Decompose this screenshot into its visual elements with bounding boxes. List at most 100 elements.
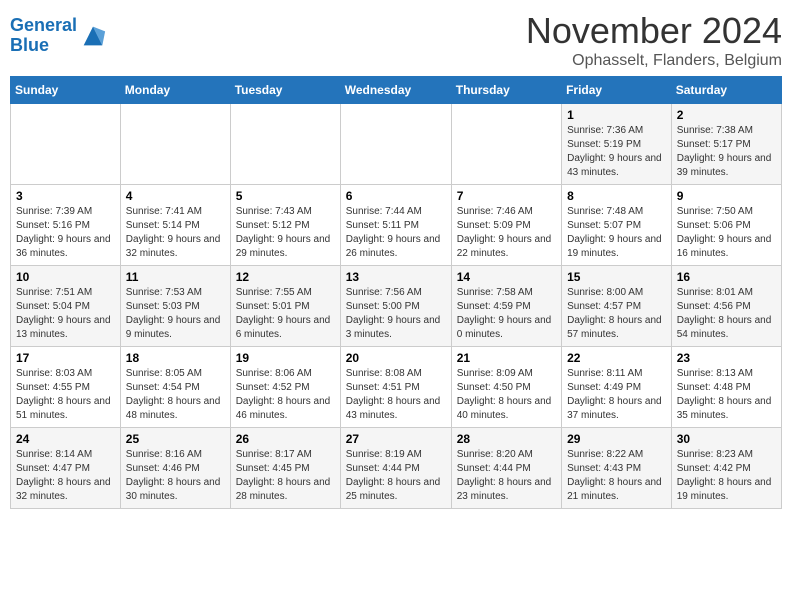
day-number: 13	[346, 270, 446, 284]
day-number: 10	[16, 270, 115, 284]
day-number: 17	[16, 351, 115, 365]
day-cell: 18Sunrise: 8:05 AM Sunset: 4:54 PM Dayli…	[120, 347, 230, 428]
day-info: Sunrise: 7:50 AM Sunset: 5:06 PM Dayligh…	[677, 205, 776, 261]
day-cell: 30 Sunrise: 8:23 AM Sunset: 4:42 PM Dayli…	[671, 428, 781, 509]
day-cell: 11 Sunrise: 7:53 AM Sunset: 5:03 PM Dayli…	[120, 266, 230, 347]
header-friday: Friday	[562, 77, 672, 104]
day-number: 2	[677, 108, 776, 122]
day-number: 5	[236, 189, 335, 203]
day-cell: 26 Sunrise: 8:17 AM Sunset: 4:45 PM Dayli…	[230, 428, 340, 509]
day-number: 6	[346, 189, 446, 203]
day-number: 4	[126, 189, 225, 203]
day-cell: 23Sunrise: 8:13 AM Sunset: 4:48 PM Dayli…	[671, 347, 781, 428]
day-number: 24	[16, 432, 115, 446]
day-cell: 13 Sunrise: 7:56 AM Sunset: 5:00 PM Dayli…	[340, 266, 451, 347]
header-monday: Monday	[120, 77, 230, 104]
day-cell: 14 Sunrise: 7:58 AM Sunset: 4:59 PM Dayli…	[451, 266, 561, 347]
day-cell	[230, 104, 340, 185]
day-cell: 12 Sunrise: 7:55 AM Sunset: 5:01 PM Dayli…	[230, 266, 340, 347]
day-info: Sunrise: 7:51 AM Sunset: 5:04 PM Dayligh…	[16, 286, 115, 342]
week-row-4: 24 Sunrise: 8:14 AM Sunset: 4:47 PM Dayli…	[11, 428, 782, 509]
header-sunday: Sunday	[11, 77, 121, 104]
day-cell: 17 Sunrise: 8:03 AM Sunset: 4:55 PM Dayli…	[11, 347, 121, 428]
day-cell: 16 Sunrise: 8:01 AM Sunset: 4:56 PM Dayli…	[671, 266, 781, 347]
day-info: Sunrise: 8:22 AM Sunset: 4:43 PM Dayligh…	[567, 448, 666, 504]
day-cell: 2 Sunrise: 7:38 AM Sunset: 5:17 PM Daylig…	[671, 104, 781, 185]
day-cell: 1 Sunrise: 7:36 AM Sunset: 5:19 PM Daylig…	[562, 104, 672, 185]
day-cell: 29Sunrise: 8:22 AM Sunset: 4:43 PM Dayli…	[562, 428, 672, 509]
day-info: Sunrise: 7:46 AM Sunset: 5:09 PM Dayligh…	[457, 205, 556, 261]
day-info: Sunrise: 7:36 AM Sunset: 5:19 PM Dayligh…	[567, 124, 666, 180]
day-number: 30	[677, 432, 776, 446]
day-info: Sunrise: 8:17 AM Sunset: 4:45 PM Dayligh…	[236, 448, 335, 504]
day-cell: 27 Sunrise: 8:19 AM Sunset: 4:44 PM Dayli…	[340, 428, 451, 509]
day-number: 27	[346, 432, 446, 446]
day-cell: 7 Sunrise: 7:46 AM Sunset: 5:09 PM Daylig…	[451, 185, 561, 266]
day-cell: 24 Sunrise: 8:14 AM Sunset: 4:47 PM Dayli…	[11, 428, 121, 509]
day-info: Sunrise: 7:55 AM Sunset: 5:01 PM Dayligh…	[236, 286, 335, 342]
header-tuesday: Tuesday	[230, 77, 340, 104]
day-number: 15	[567, 270, 666, 284]
day-cell: 10 Sunrise: 7:51 AM Sunset: 5:04 PM Dayli…	[11, 266, 121, 347]
day-cell: 9 Sunrise: 7:50 AM Sunset: 5:06 PM Daylig…	[671, 185, 781, 266]
day-info: Sunrise: 8:23 AM Sunset: 4:42 PM Dayligh…	[677, 448, 776, 504]
day-number: 21	[457, 351, 556, 365]
day-info: Sunrise: 7:56 AM Sunset: 5:00 PM Dayligh…	[346, 286, 446, 342]
day-cell: 20Sunrise: 8:08 AM Sunset: 4:51 PM Dayli…	[340, 347, 451, 428]
day-info: Sunrise: 7:58 AM Sunset: 4:59 PM Dayligh…	[457, 286, 556, 342]
day-info: Sunrise: 8:11 AM Sunset: 4:49 PM Dayligh…	[567, 367, 666, 423]
day-cell: 5 Sunrise: 7:43 AM Sunset: 5:12 PM Daylig…	[230, 185, 340, 266]
day-number: 26	[236, 432, 335, 446]
day-info: Sunrise: 7:39 AM Sunset: 5:16 PM Dayligh…	[16, 205, 115, 261]
day-number: 14	[457, 270, 556, 284]
day-cell: 3 Sunrise: 7:39 AM Sunset: 5:16 PM Daylig…	[11, 185, 121, 266]
day-cell: 21 Sunrise: 8:09 AM Sunset: 4:50 PM Dayli…	[451, 347, 561, 428]
day-cell: 8 Sunrise: 7:48 AM Sunset: 5:07 PM Daylig…	[562, 185, 672, 266]
day-cell: 22 Sunrise: 8:11 AM Sunset: 4:49 PM Dayli…	[562, 347, 672, 428]
day-info: Sunrise: 8:01 AM Sunset: 4:56 PM Dayligh…	[677, 286, 776, 342]
day-info: Sunrise: 7:43 AM Sunset: 5:12 PM Dayligh…	[236, 205, 335, 261]
day-info: Sunrise: 8:09 AM Sunset: 4:50 PM Dayligh…	[457, 367, 556, 423]
day-number: 1	[567, 108, 666, 122]
location-title: Ophasselt, Flanders, Belgium	[526, 52, 782, 70]
day-cell: 25 Sunrise: 8:16 AM Sunset: 4:46 PM Dayli…	[120, 428, 230, 509]
day-number: 22	[567, 351, 666, 365]
day-number: 12	[236, 270, 335, 284]
day-number: 7	[457, 189, 556, 203]
day-number: 16	[677, 270, 776, 284]
month-title: November 2024	[526, 10, 782, 52]
day-cell: 19Sunrise: 8:06 AM Sunset: 4:52 PM Dayli…	[230, 347, 340, 428]
day-number: 19	[236, 351, 335, 365]
day-info: Sunrise: 7:53 AM Sunset: 5:03 PM Dayligh…	[126, 286, 225, 342]
day-info: Sunrise: 8:05 AM Sunset: 4:54 PM Dayligh…	[126, 367, 225, 423]
day-info: Sunrise: 8:20 AM Sunset: 4:44 PM Dayligh…	[457, 448, 556, 504]
day-info: Sunrise: 8:08 AM Sunset: 4:51 PM Dayligh…	[346, 367, 446, 423]
day-number: 28	[457, 432, 556, 446]
day-cell: 4Sunrise: 7:41 AM Sunset: 5:14 PM Daylig…	[120, 185, 230, 266]
day-info: Sunrise: 8:13 AM Sunset: 4:48 PM Dayligh…	[677, 367, 776, 423]
day-number: 11	[126, 270, 225, 284]
day-cell	[120, 104, 230, 185]
day-info: Sunrise: 7:48 AM Sunset: 5:07 PM Dayligh…	[567, 205, 666, 261]
header-wednesday: Wednesday	[340, 77, 451, 104]
logo: General Blue	[10, 10, 107, 62]
day-info: Sunrise: 8:19 AM Sunset: 4:44 PM Dayligh…	[346, 448, 446, 504]
day-info: Sunrise: 8:00 AM Sunset: 4:57 PM Dayligh…	[567, 286, 666, 342]
day-number: 8	[567, 189, 666, 203]
day-info: Sunrise: 8:16 AM Sunset: 4:46 PM Dayligh…	[126, 448, 225, 504]
header-thursday: Thursday	[451, 77, 561, 104]
week-row-2: 10 Sunrise: 7:51 AM Sunset: 5:04 PM Dayli…	[11, 266, 782, 347]
day-cell: 28 Sunrise: 8:20 AM Sunset: 4:44 PM Dayli…	[451, 428, 561, 509]
day-number: 9	[677, 189, 776, 203]
calendar-header-row: SundayMondayTuesdayWednesdayThursdayFrid…	[11, 77, 782, 104]
day-cell	[451, 104, 561, 185]
day-info: Sunrise: 8:03 AM Sunset: 4:55 PM Dayligh…	[16, 367, 115, 423]
day-info: Sunrise: 7:38 AM Sunset: 5:17 PM Dayligh…	[677, 124, 776, 180]
week-row-3: 17 Sunrise: 8:03 AM Sunset: 4:55 PM Dayli…	[11, 347, 782, 428]
day-number: 3	[16, 189, 115, 203]
logo-icon	[79, 22, 107, 50]
day-number: 25	[126, 432, 225, 446]
week-row-0: 1 Sunrise: 7:36 AM Sunset: 5:19 PM Daylig…	[11, 104, 782, 185]
logo-text: General Blue	[10, 16, 77, 56]
day-info: Sunrise: 8:14 AM Sunset: 4:47 PM Dayligh…	[16, 448, 115, 504]
